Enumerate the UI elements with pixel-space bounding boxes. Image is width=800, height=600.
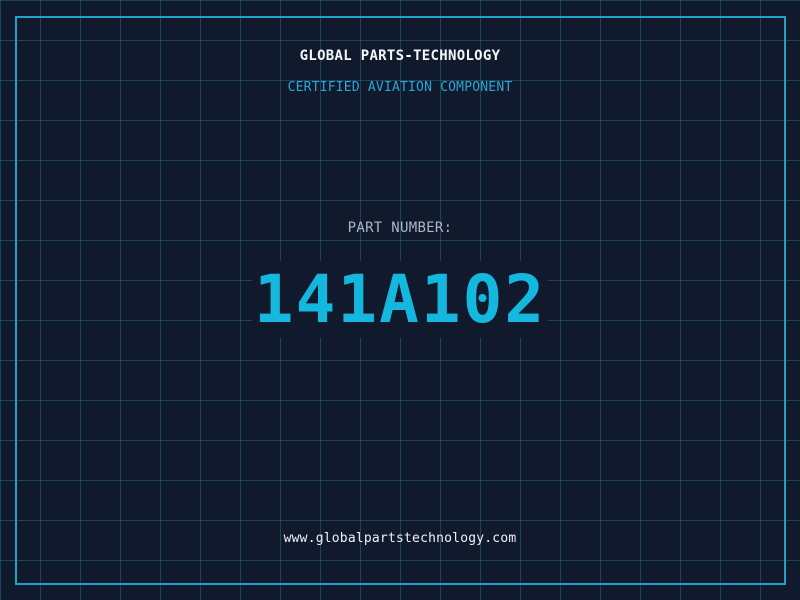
part-number-text: 141A102 [251, 261, 549, 338]
website-url: www.globalpartstechnology.com [283, 531, 517, 546]
part-number-label: PART NUMBER: [347, 220, 453, 236]
part-number-value: 141A102 [0, 260, 800, 340]
company-name: GLOBAL PARTS-TECHNOLOGY [299, 48, 501, 64]
blueprint-card: GLOBAL PARTS-TECHNOLOGY CERTIFIED AVIATI… [0, 0, 800, 600]
certification-subtitle: CERTIFIED AVIATION COMPONENT [287, 80, 513, 95]
